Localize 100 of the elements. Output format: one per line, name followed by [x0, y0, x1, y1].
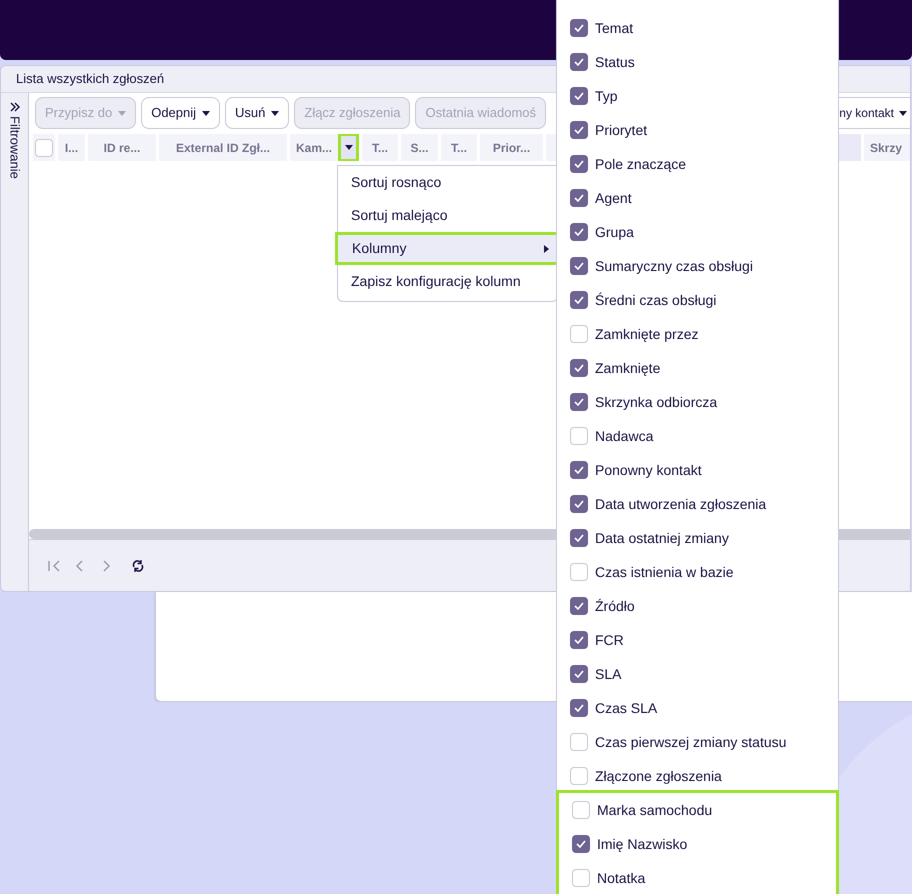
checkbox[interactable] [570, 665, 588, 683]
checkmark-icon [574, 466, 584, 474]
column-option[interactable]: Źródło [557, 589, 838, 623]
checkbox[interactable] [572, 801, 590, 819]
column-header[interactable]: Kam... [290, 134, 338, 161]
checkbox[interactable] [572, 869, 590, 887]
double-chevron-icon [10, 102, 20, 112]
column-option[interactable]: Marka samochodu [559, 793, 836, 827]
option-label: Średni czas obsługi [595, 290, 716, 310]
checkmark-icon [574, 262, 584, 270]
checkbox[interactable] [570, 87, 588, 105]
option-label: Status [595, 52, 635, 72]
column-menu-button[interactable] [338, 134, 359, 161]
column-option[interactable]: Skrzynka odbiorcza [557, 385, 838, 419]
checkmark-icon [574, 58, 584, 66]
checkbox[interactable] [570, 155, 588, 173]
column-header[interactable]: ID re... [88, 134, 156, 161]
checkbox[interactable] [570, 19, 588, 37]
checkbox[interactable] [570, 359, 588, 377]
checkbox[interactable] [570, 597, 588, 615]
checkbox[interactable] [570, 393, 588, 411]
checkbox[interactable] [570, 121, 588, 139]
checkbox[interactable] [570, 529, 588, 547]
column-option[interactable]: FCR [557, 623, 838, 657]
option-label: Czas istnienia w bazie [595, 562, 734, 582]
column-header[interactable]: Prior... [480, 134, 543, 161]
option-label: Czas SLA [595, 698, 658, 718]
column-option[interactable]: Zamknięte przez [557, 317, 838, 351]
column-option[interactable]: Sumaryczny czas obsługi [557, 249, 838, 283]
column-option[interactable]: Czas SLA [557, 691, 838, 725]
column-option[interactable]: Pole znaczące [557, 147, 838, 181]
column-option[interactable]: Status [557, 45, 838, 79]
column-header[interactable]: Skrzy [864, 134, 910, 161]
column-header[interactable]: I... [58, 134, 85, 161]
toolbar-button[interactable]: Usuń [225, 97, 290, 129]
checkmark-icon [574, 602, 584, 610]
checkbox[interactable] [570, 461, 588, 479]
checkbox[interactable] [570, 699, 588, 717]
option-label: Agent [595, 188, 632, 208]
column-option[interactable]: Czas pierwszej zmiany statusu [557, 725, 838, 759]
column-option[interactable]: Notatka [559, 861, 836, 894]
checkbox[interactable] [570, 325, 588, 343]
option-label: Ponowny kontakt [595, 460, 702, 480]
column-option[interactable]: Nadawca [557, 419, 838, 453]
toolbar-button[interactable]: ny kontakt [837, 97, 910, 129]
menu-item[interactable]: Sortuj malejąco [338, 199, 557, 232]
option-label: Imię Nazwisko [597, 834, 688, 854]
checkbox[interactable] [570, 257, 588, 275]
column-option[interactable]: Imię Nazwisko [559, 827, 836, 861]
column-option[interactable]: Zamknięte [557, 351, 838, 385]
checkbox[interactable] [570, 563, 588, 581]
menu-item[interactable]: Sortuj rosnąco [338, 166, 557, 199]
option-label: SLA [595, 664, 622, 684]
checkbox[interactable] [570, 631, 588, 649]
checkbox[interactable] [570, 495, 588, 513]
checkmark-icon [574, 398, 584, 406]
column-header[interactable]: T... [441, 134, 477, 161]
caret-icon [344, 145, 352, 150]
column-header[interactable]: External ID Zgł... [159, 134, 287, 161]
option-label: Zamknięte przez [595, 324, 698, 344]
checkmark-icon [574, 500, 584, 508]
checkbox[interactable] [570, 53, 588, 71]
checkbox[interactable] [570, 427, 588, 445]
column-option[interactable]: Agent [557, 181, 838, 215]
refresh-icon[interactable] [131, 558, 145, 572]
column-option[interactable]: Typ [557, 79, 838, 113]
option-label: Złączone zgłoszenia [595, 766, 722, 786]
checkbox[interactable] [570, 223, 588, 241]
option-label: Temat [595, 18, 634, 38]
checkmark-icon [574, 364, 584, 372]
select-all-checkbox[interactable] [35, 138, 53, 156]
checkbox[interactable] [570, 767, 588, 785]
option-label: FCR [595, 630, 624, 650]
option-label: Pole znaczące [595, 154, 686, 174]
option-label: Czas pierwszej zmiany statusu [595, 732, 786, 752]
toolbar-button[interactable]: Odepnij [141, 97, 220, 129]
column-option[interactable]: Data utworzenia zgłoszenia [557, 487, 838, 521]
option-label: Nadawca [595, 426, 654, 446]
column-option[interactable]: Średni czas obsługi [557, 283, 838, 317]
panel-title: Lista wszystkich zgłoszeń [16, 70, 164, 88]
checkbox[interactable] [570, 733, 588, 751]
checkbox[interactable] [572, 835, 590, 853]
column-option[interactable]: Złączone zgłoszenia [557, 759, 838, 793]
option-label: Marka samochodu [597, 800, 712, 820]
option-label: Data ostatniej zmiany [595, 528, 729, 548]
checkbox[interactable] [570, 291, 588, 309]
column-option[interactable]: Grupa [557, 215, 838, 249]
filter-sidebar[interactable]: Filtrowanie [1, 93, 29, 591]
checkbox[interactable] [570, 189, 588, 207]
menu-item[interactable]: Zapisz konfigurację kolumn [338, 265, 557, 298]
column-header[interactable]: T... [362, 134, 398, 161]
option-label: Typ [595, 86, 618, 106]
column-option[interactable]: Ponowny kontakt [557, 453, 838, 487]
option-label: Priorytet [595, 120, 648, 140]
column-option[interactable]: Data ostatniej zmiany [557, 521, 838, 555]
column-option[interactable]: Priorytet [557, 113, 838, 147]
option-label: Zamknięte [595, 358, 660, 378]
column-option[interactable]: Temat [557, 11, 838, 45]
column-header[interactable]: S... [401, 134, 438, 161]
column-option[interactable]: SLA [557, 657, 838, 691]
